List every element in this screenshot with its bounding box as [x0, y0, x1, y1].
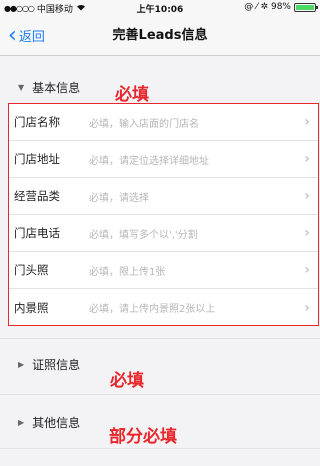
navigation-bar: ‹ 返回 完善Leads信息 [0, 15, 320, 56]
form-row-store-phone[interactable]: 门店电话 必填，填写多个以','分割 › [9, 215, 318, 252]
chevron-right-icon: › [304, 262, 310, 278]
status-right: @ ⁄ ✲ 98% [244, 2, 318, 12]
battery-icon [294, 2, 318, 12]
chevron-right-icon: › [304, 188, 310, 204]
row-label: 门店地址 [14, 152, 60, 166]
divider [0, 448, 320, 449]
annotation-other-partial-required: 部分必填 [109, 427, 177, 447]
row-label: 内景照 [14, 300, 49, 315]
form-row-interior-photo[interactable]: 内景照 必填，请上传内景照2张以上 › [9, 289, 318, 326]
row-label: 门店电话 [14, 226, 60, 240]
section-header-basic[interactable]: ▼ 基本信息 [0, 74, 320, 100]
chevron-right-icon: › [304, 299, 310, 316]
row-placeholder: 必填，填写多个以','分割 [89, 229, 198, 241]
row-label: 经营品类 [14, 189, 60, 203]
row-placeholder: 必填，请选择 [89, 192, 149, 204]
chevron-right-icon: › [304, 114, 310, 130]
row-placeholder: 必填，请上传内景照2张以上 [89, 304, 216, 315]
page-title: 完善Leads信息 [112, 28, 208, 43]
annotation-basic-required: 必填 [115, 85, 149, 105]
row-label: 门头照 [14, 263, 49, 277]
form-row-store-name[interactable]: 门店名称 必填，输入店面的门店名 › [9, 104, 318, 141]
chevron-right-icon: › [304, 151, 310, 167]
section-label-basic: 基本信息 [32, 80, 81, 95]
triangle-right-icon: ▶ [18, 359, 25, 369]
basic-info-form: 门店名称 必填，输入店面的门店名 › 门店地址 必填，请定位选择详细地址 › 经… [8, 103, 319, 326]
row-placeholder: 必填，限上传1张 [89, 266, 166, 278]
section-label-license: 证照信息 [32, 357, 81, 372]
status-bar: ●●○○○ 中国移动 上午10:06 @ ⁄ ✲ 98% [0, 0, 320, 15]
triangle-down-icon: ▼ [18, 82, 25, 92]
battery-percent: 98% [270, 2, 291, 12]
form-row-storefront-photo[interactable]: 门头照 必填，限上传1张 › [9, 252, 318, 289]
annotation-license-required: 必填 [110, 371, 144, 391]
section-label-other: 其他信息 [32, 415, 81, 430]
row-placeholder: 必填，请定位选择详细地址 [89, 155, 209, 167]
row-placeholder: 必填，输入店面的门店名 [89, 118, 199, 130]
section-header-license[interactable]: ▶ 证照信息 [0, 352, 320, 376]
form-row-store-address[interactable]: 门店地址 必填，请定位选择详细地址 › [9, 141, 318, 178]
triangle-right-icon: ▶ [18, 417, 25, 427]
form-row-business-category[interactable]: 经营品类 必填，请选择 › [9, 178, 318, 215]
chevron-right-icon: › [304, 225, 310, 241]
status-indicator-icons: @ ⁄ ✲ [244, 2, 268, 12]
divider [0, 394, 320, 395]
row-label: 门店名称 [14, 115, 60, 129]
divider [0, 338, 320, 339]
